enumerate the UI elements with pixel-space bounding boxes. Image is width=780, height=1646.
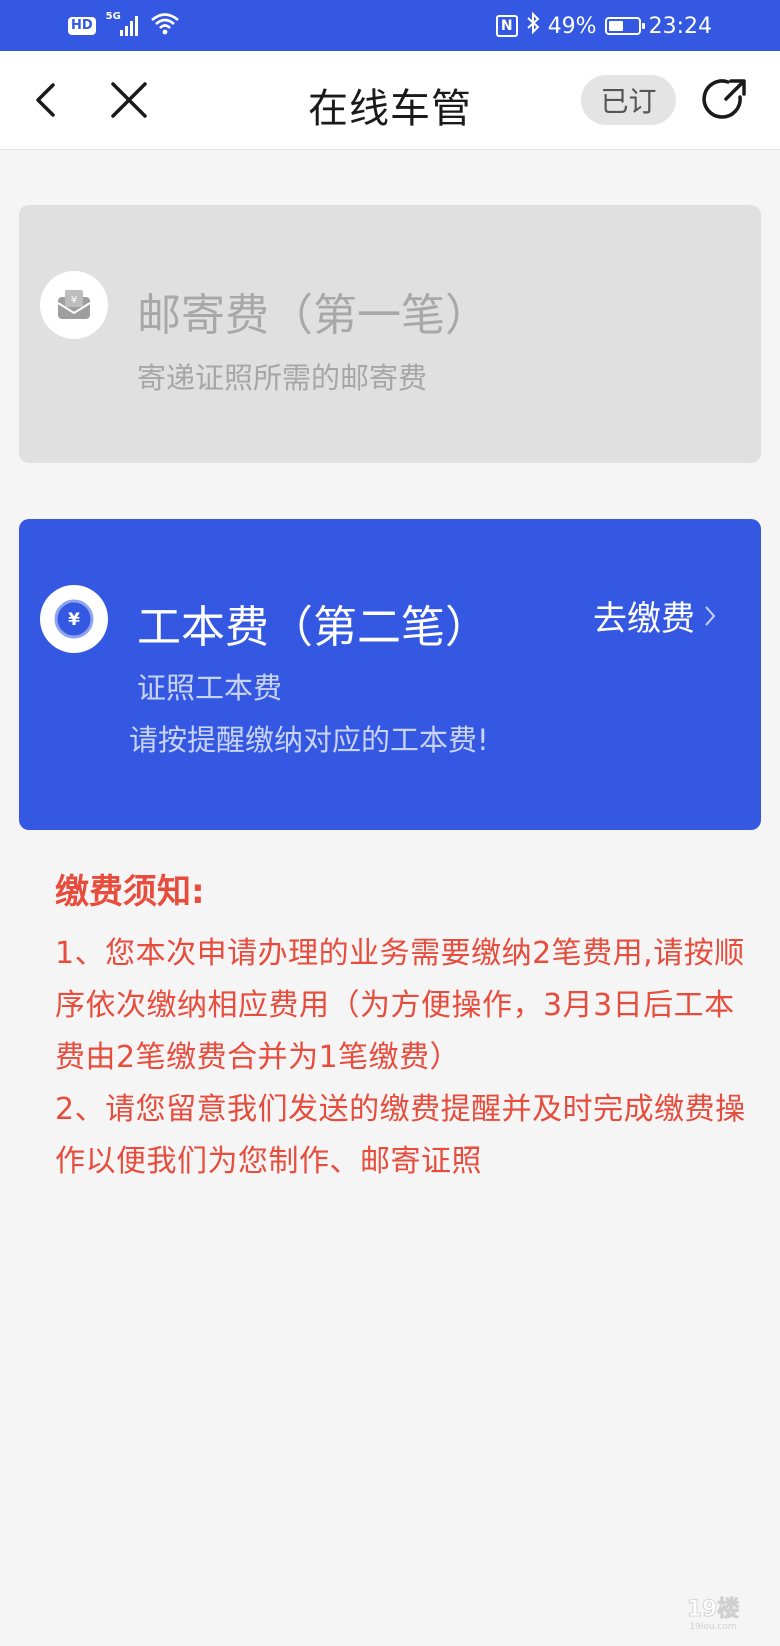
card-title: 邮寄费（第一笔） xyxy=(137,290,489,341)
pay-now-label: 去缴费 xyxy=(593,599,695,639)
battery-icon xyxy=(604,17,645,35)
close-button[interactable] xyxy=(106,77,152,123)
clock: 23:24 xyxy=(648,13,712,39)
back-button[interactable] xyxy=(26,77,66,123)
chevron-right-icon xyxy=(705,605,716,626)
chevron-left-icon xyxy=(36,83,55,117)
card-reminder: 请按提醒缴纳对应的工本费! xyxy=(129,723,489,757)
cellular-signal-icon: 5G xyxy=(105,11,140,39)
watermark-logo: 19楼 19lou.com xyxy=(668,1592,758,1632)
svg-text:¥: ¥ xyxy=(71,295,77,306)
pay-now-link[interactable]: 去缴费 xyxy=(593,591,717,640)
status-right-group: N 49% 23:24 xyxy=(495,11,712,41)
mailbox-icon: ¥ xyxy=(40,271,108,339)
subscribed-button[interactable]: 已订 xyxy=(581,75,676,125)
network-type-label: 5G xyxy=(105,11,121,22)
battery-percent: 49% xyxy=(547,13,597,39)
status-left-group: HD 5G xyxy=(68,11,180,41)
notice-title: 缴费须知: xyxy=(55,872,205,912)
nfc-icon: N xyxy=(495,15,518,37)
nav-bar: 在线车管 已订 xyxy=(0,51,780,150)
notice-item: 2、请您留意我们发送的缴费提醒并及时完成缴费操作以便我们为您制作、邮寄证照 xyxy=(55,1092,746,1179)
status-bar: HD 5G N 49% 23:24 xyxy=(0,0,780,51)
yuan-icon: ¥ xyxy=(40,585,108,653)
share-button[interactable] xyxy=(700,75,750,125)
payment-notice: 缴费须知: 1、您本次申请办理的业务需要缴纳2笔费用,请按顺序依次缴纳相应费用（… xyxy=(55,870,750,1188)
battery-fill xyxy=(608,21,623,31)
svg-text:19楼: 19楼 xyxy=(687,1597,740,1622)
notice-item: 1、您本次申请办理的业务需要缴纳2笔费用,请按顺序依次缴纳相应费用（为方便操作，… xyxy=(55,936,745,1075)
bluetooth-icon xyxy=(526,11,540,41)
production-fee-card[interactable]: ¥ 工本费（第二笔） 去缴费 证照工本费 请按提醒缴纳对应的工本费! xyxy=(19,519,761,830)
card-title: 工本费（第二笔） xyxy=(137,602,489,653)
svg-text:19lou.com: 19lou.com xyxy=(689,1622,736,1632)
card-description: 证照工本费 xyxy=(137,671,283,705)
hd-badge: HD xyxy=(68,17,96,35)
wifi-icon xyxy=(150,11,180,41)
share-icon xyxy=(702,79,746,119)
postage-fee-card: ¥ 邮寄费（第一笔） 寄递证照所需的邮寄费 xyxy=(19,205,761,463)
close-icon xyxy=(111,82,147,118)
svg-text:¥: ¥ xyxy=(68,610,80,630)
card-description: 寄递证照所需的邮寄费 xyxy=(137,361,428,395)
